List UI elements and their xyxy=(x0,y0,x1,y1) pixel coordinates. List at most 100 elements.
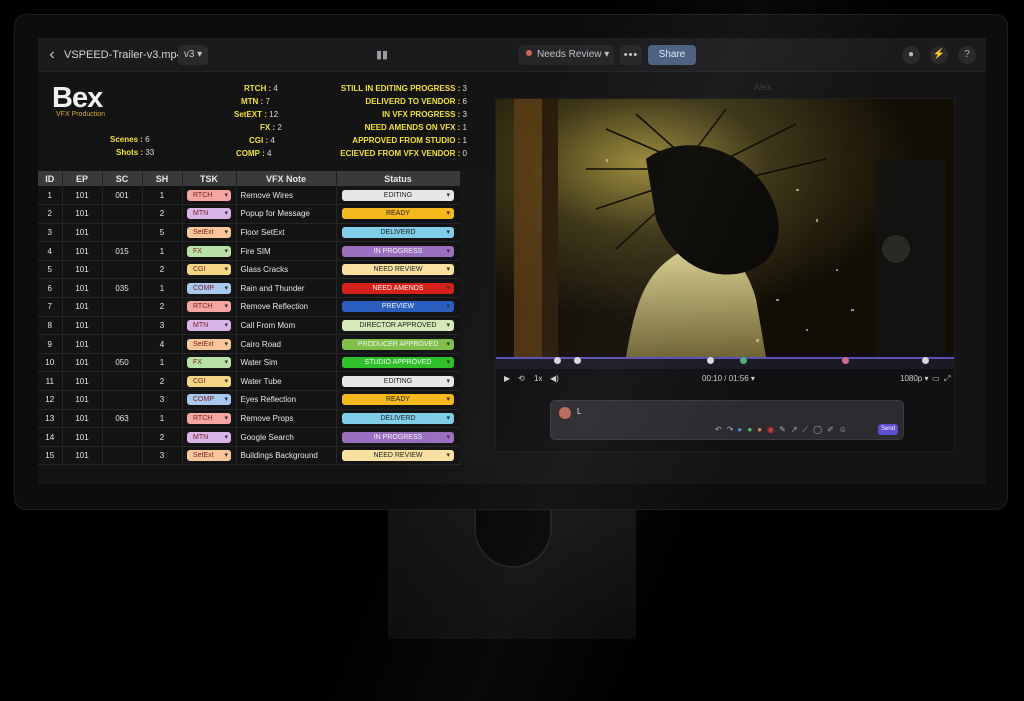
status-dropdown[interactable]: PRODUCER APPROVED xyxy=(342,338,454,350)
status-dropdown[interactable]: DELIVERD xyxy=(342,412,454,424)
status-dropdown[interactable]: IN PROGRESS xyxy=(342,431,454,443)
user-icon[interactable]: ● xyxy=(902,46,920,64)
status-dropdown[interactable]: PREVIEW xyxy=(342,301,454,313)
bolt-icon[interactable]: ⚡ xyxy=(930,46,948,64)
speed-selector[interactable]: 1x xyxy=(534,374,542,383)
table-row[interactable]: 41010151 FX Fire SIM IN PROGRESS xyxy=(38,241,461,261)
status-dropdown[interactable]: NEED REVIEW xyxy=(342,450,454,462)
shot: 2 xyxy=(142,260,183,280)
column-header[interactable]: ID xyxy=(38,171,63,186)
table-row[interactable]: 7101 2 RTCH Remove Reflection PREVIEW xyxy=(38,297,461,317)
film-strip-icon[interactable]: ▮▮ xyxy=(374,45,390,65)
column-header[interactable]: SH xyxy=(142,171,183,186)
timeline-marker[interactable] xyxy=(842,357,849,364)
send-button[interactable]: Send xyxy=(878,424,898,435)
color-green-icon[interactable]: ● xyxy=(747,425,757,434)
timeline-marker[interactable] xyxy=(574,357,581,364)
timecode[interactable]: 00:10 / 01:56 ▾ xyxy=(702,374,755,383)
more-button[interactable]: ••• xyxy=(620,45,642,65)
table-row[interactable]: 14101 2 MTN Google Search IN PROGRESS xyxy=(38,427,461,447)
column-header[interactable]: TSK xyxy=(182,171,237,186)
quality-selector[interactable]: 1080p ▾ xyxy=(900,374,928,383)
table-row[interactable]: 12101 3 COMP Eyes Reflection READY xyxy=(38,390,461,410)
task-dropdown[interactable]: RTCH xyxy=(187,189,231,201)
task-dropdown[interactable]: SetExt xyxy=(187,450,231,462)
pen-icon[interactable]: ✎ xyxy=(779,425,791,434)
status-dropdown[interactable]: Needs Review ▾ xyxy=(518,45,614,65)
task-dropdown[interactable]: SetExt xyxy=(187,226,231,238)
table-row[interactable]: 11101 2 CGI Water Tube EDITING xyxy=(38,371,461,392)
task-dropdown[interactable]: COMP xyxy=(187,282,231,294)
task-dropdown[interactable]: RTCH xyxy=(187,301,231,313)
comment-box[interactable]: L ↶↷▸●●◉✎↗⟋◯✐☺ Send xyxy=(550,400,904,440)
status-dropdown[interactable]: DIRECTOR APPROVED xyxy=(342,319,454,331)
status-dropdown[interactable]: IN PROGRESS xyxy=(342,245,454,257)
column-header[interactable]: VFX Note xyxy=(236,171,337,186)
episode: 101 xyxy=(62,409,103,429)
task-dropdown[interactable]: SetExt xyxy=(187,338,231,350)
share-button[interactable]: Share xyxy=(648,45,696,65)
task-dropdown[interactable]: RTCH xyxy=(187,412,231,424)
scene: 063 xyxy=(102,409,143,429)
video-frame[interactable] xyxy=(496,99,954,357)
hidden-cell xyxy=(460,376,500,395)
status-dropdown[interactable]: DELIVERD xyxy=(342,226,454,238)
status-dropdown[interactable]: EDITING xyxy=(342,189,454,201)
status-dropdown[interactable]: NEED AMENDS xyxy=(342,282,454,294)
table-row[interactable]: 5101 2 CGI Glass Cracks NEED REVIEW xyxy=(38,260,461,280)
status-dropdown[interactable]: READY xyxy=(342,208,454,220)
task-dropdown[interactable]: FX xyxy=(187,245,231,257)
brush-icon[interactable]: ✐ xyxy=(827,425,839,434)
task-dropdown[interactable]: COMP xyxy=(187,394,231,406)
status-dropdown[interactable]: EDITING xyxy=(342,375,454,387)
table-row[interactable]: 15101 3 SetExt Buildings Background NEED REV… xyxy=(38,446,461,466)
status-dropdown[interactable]: STUDIO APPROVED xyxy=(342,357,454,369)
timeline-marker[interactable] xyxy=(554,357,561,364)
line-icon[interactable]: ⟋ xyxy=(803,425,814,434)
column-header[interactable]: SC xyxy=(102,171,143,186)
volume-icon[interactable]: ◀) xyxy=(550,374,559,383)
table-row[interactable]: 21012MTNPopup for MessageREADY xyxy=(38,204,461,224)
redo-icon[interactable]: ↷ xyxy=(727,425,739,434)
table-row[interactable]: 9101 4 SetExt Cairo Road PRODUCER APPROVED xyxy=(38,334,461,354)
table-row[interactable]: 61010351 COMP Rain and Thunder NEED AMENDS xyxy=(38,278,461,299)
timeline-scrubber[interactable] xyxy=(496,357,954,369)
table-row[interactable]: 101010501 FX Water Sim STUDIO APPROVED xyxy=(38,353,461,373)
help-icon[interactable]: ? xyxy=(958,46,976,64)
task-dropdown[interactable]: CGI xyxy=(187,375,231,387)
fullscreen-icon[interactable]: ⤢ xyxy=(944,374,950,384)
task-count: SetEXT : 12 xyxy=(234,110,279,119)
status-dropdown[interactable]: READY xyxy=(342,394,454,406)
chevron-left-icon[interactable]: ‹ xyxy=(44,45,60,65)
table-row[interactable]: 11010011RTCHRemove WiresEDITING xyxy=(38,186,461,206)
shot-id: 2 xyxy=(38,204,63,224)
column-header[interactable]: EP xyxy=(62,171,103,186)
status-cell: PRODUCER APPROVED xyxy=(336,334,461,354)
vfx-note: Call From Mom xyxy=(236,316,337,336)
loop-icon[interactable]: ⟲ xyxy=(518,374,525,383)
comment-input[interactable]: L xyxy=(577,407,581,416)
pip-icon[interactable]: ▭ xyxy=(932,374,940,383)
table-row[interactable]: 131010631 RTCH Remove Props DELIVERD xyxy=(38,409,461,429)
timeline-marker[interactable] xyxy=(707,357,714,364)
task-dropdown[interactable]: CGI xyxy=(187,264,231,276)
circle-icon[interactable]: ◯ xyxy=(813,425,827,434)
undo-icon[interactable]: ↶ xyxy=(715,425,727,434)
version-dropdown[interactable]: v3 ▾ xyxy=(178,45,208,65)
task-dropdown[interactable]: MTN xyxy=(187,319,231,331)
playhead[interactable] xyxy=(740,357,747,364)
table-row[interactable]: 3101 5 SetExt Floor SetExt DELIVERD xyxy=(38,223,461,243)
task-dropdown[interactable]: MTN xyxy=(187,208,231,220)
emoji-icon[interactable]: ☺ xyxy=(839,425,852,434)
play-icon[interactable]: ▶ xyxy=(504,374,510,383)
column-header[interactable]: Status xyxy=(336,171,461,186)
timeline-marker[interactable] xyxy=(922,357,929,364)
color-orange-icon[interactable]: ● xyxy=(757,425,767,434)
arrow-icon[interactable]: ↗ xyxy=(791,425,803,434)
color-red-icon[interactable]: ◉ xyxy=(767,425,779,434)
table-row[interactable]: 8101 3 MTN Call From Mom DIRECTOR APPROVED xyxy=(38,316,461,336)
status-dropdown[interactable]: NEED REVIEW xyxy=(342,264,454,276)
shot: 4 xyxy=(142,334,183,354)
task-dropdown[interactable]: FX xyxy=(187,357,231,369)
task-dropdown[interactable]: MTN xyxy=(187,431,231,443)
